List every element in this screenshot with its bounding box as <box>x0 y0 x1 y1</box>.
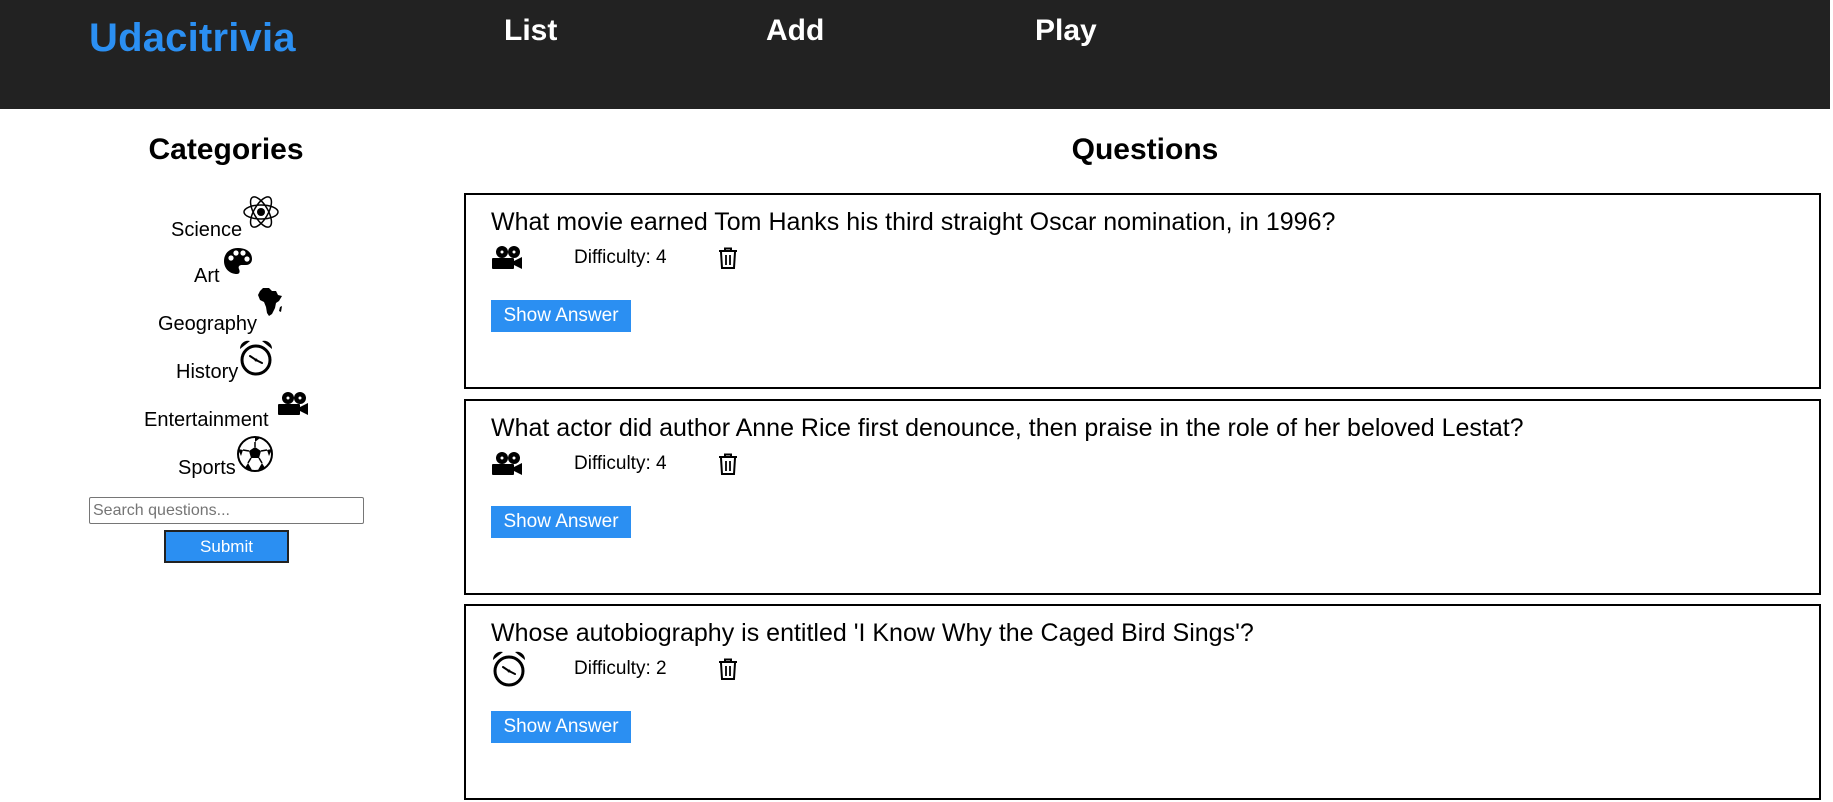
category-label: Entertainment <box>144 409 269 431</box>
atom-icon <box>242 193 280 236</box>
category-label: History <box>176 361 239 383</box>
trash-icon[interactable] <box>718 453 738 480</box>
category-label: Art <box>194 265 220 287</box>
question-text: Whose autobiography is entitled 'I Know … <box>491 619 1254 647</box>
category-label: Geography <box>158 313 257 335</box>
questions-heading: Questions <box>1071 133 1219 166</box>
category-geography[interactable]: Geography <box>158 286 283 336</box>
top-navbar: Udacitrivia List Add Play <box>0 0 1830 109</box>
category-label: Sports <box>178 457 236 479</box>
palette-icon <box>223 247 253 280</box>
category-sports[interactable]: Sports <box>178 430 274 480</box>
show-answer-button[interactable]: Show Answer <box>491 506 631 538</box>
nav-play[interactable]: Play <box>1035 14 1097 48</box>
question-text: What actor did author Anne Rice first de… <box>491 414 1524 442</box>
alarm-clock-icon <box>491 650 527 693</box>
soccer-ball-icon <box>236 435 274 478</box>
category-art[interactable]: Art <box>194 238 253 288</box>
brand-logo[interactable]: Udacitrivia <box>89 16 296 61</box>
search-input[interactable] <box>89 497 364 524</box>
trash-icon[interactable] <box>718 247 738 274</box>
film-projector-icon <box>277 391 309 422</box>
show-answer-button[interactable]: Show Answer <box>491 711 631 743</box>
question-card: What actor did author Anne Rice first de… <box>464 399 1821 595</box>
nav-list[interactable]: List <box>504 14 557 48</box>
africa-icon <box>257 287 283 322</box>
category-entertainment[interactable]: Entertainment <box>144 382 309 432</box>
categories-heading: Categories <box>148 133 304 166</box>
film-projector-icon <box>491 451 523 482</box>
film-projector-icon <box>491 245 523 276</box>
difficulty-label: Difficulty: 4 <box>574 453 667 474</box>
category-history[interactable]: History <box>176 334 274 384</box>
difficulty-label: Difficulty: 4 <box>574 247 667 268</box>
difficulty-label: Difficulty: 2 <box>574 658 667 679</box>
question-text: What movie earned Tom Hanks his third st… <box>491 208 1336 236</box>
question-card: Whose autobiography is entitled 'I Know … <box>464 604 1821 800</box>
trash-icon[interactable] <box>718 658 738 685</box>
alarm-clock-icon <box>238 339 274 382</box>
search-submit-button[interactable]: Submit <box>164 530 289 563</box>
category-science[interactable]: Science <box>171 192 280 242</box>
nav-add[interactable]: Add <box>766 14 824 48</box>
question-card: What movie earned Tom Hanks his third st… <box>464 193 1821 389</box>
show-answer-button[interactable]: Show Answer <box>491 300 631 332</box>
